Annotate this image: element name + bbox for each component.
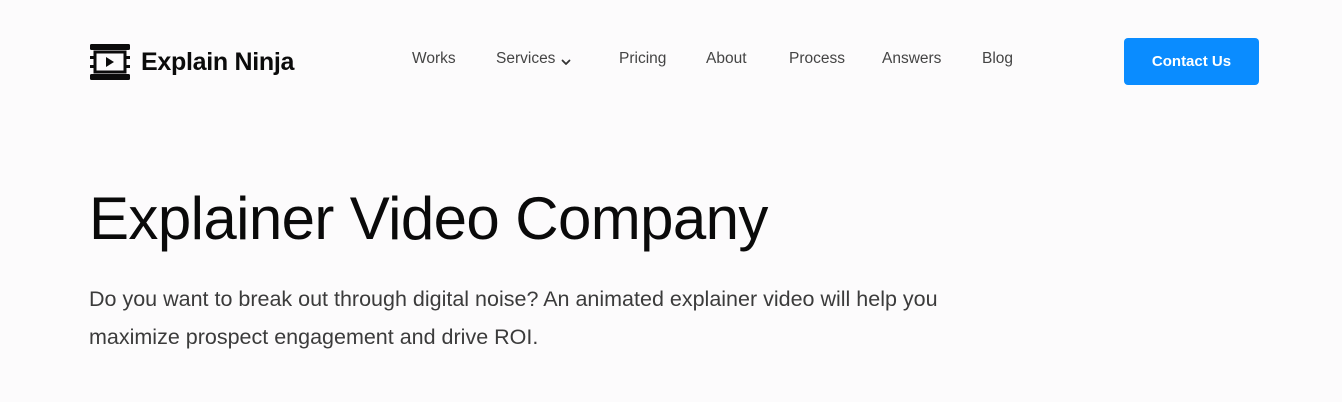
brand-logo[interactable]: Explain Ninja [89, 43, 294, 81]
hero-subtitle: Do you want to break out through digital… [89, 287, 938, 349]
chevron-down-icon [561, 54, 571, 65]
nav-item-about[interactable]: About [706, 50, 747, 68]
nav-item-works[interactable]: Works [412, 50, 456, 68]
page-title: Explainer Video Company [89, 185, 768, 252]
film-play-icon [89, 43, 131, 81]
nav-item-answers[interactable]: Answers [882, 50, 941, 68]
nav-item-pricing[interactable]: Pricing [619, 50, 666, 68]
site-header: Explain Ninja Works Services Pricing Abo… [0, 0, 1342, 124]
contact-us-button[interactable]: Contact Us [1124, 38, 1259, 85]
brand-name: Explain Ninja [141, 47, 295, 76]
nav-item-process[interactable]: Process [789, 50, 845, 68]
nav-item-services-label: Services [496, 50, 556, 67]
nav-item-blog[interactable]: Blog [982, 50, 1013, 68]
nav-item-services[interactable]: Services [496, 50, 571, 68]
